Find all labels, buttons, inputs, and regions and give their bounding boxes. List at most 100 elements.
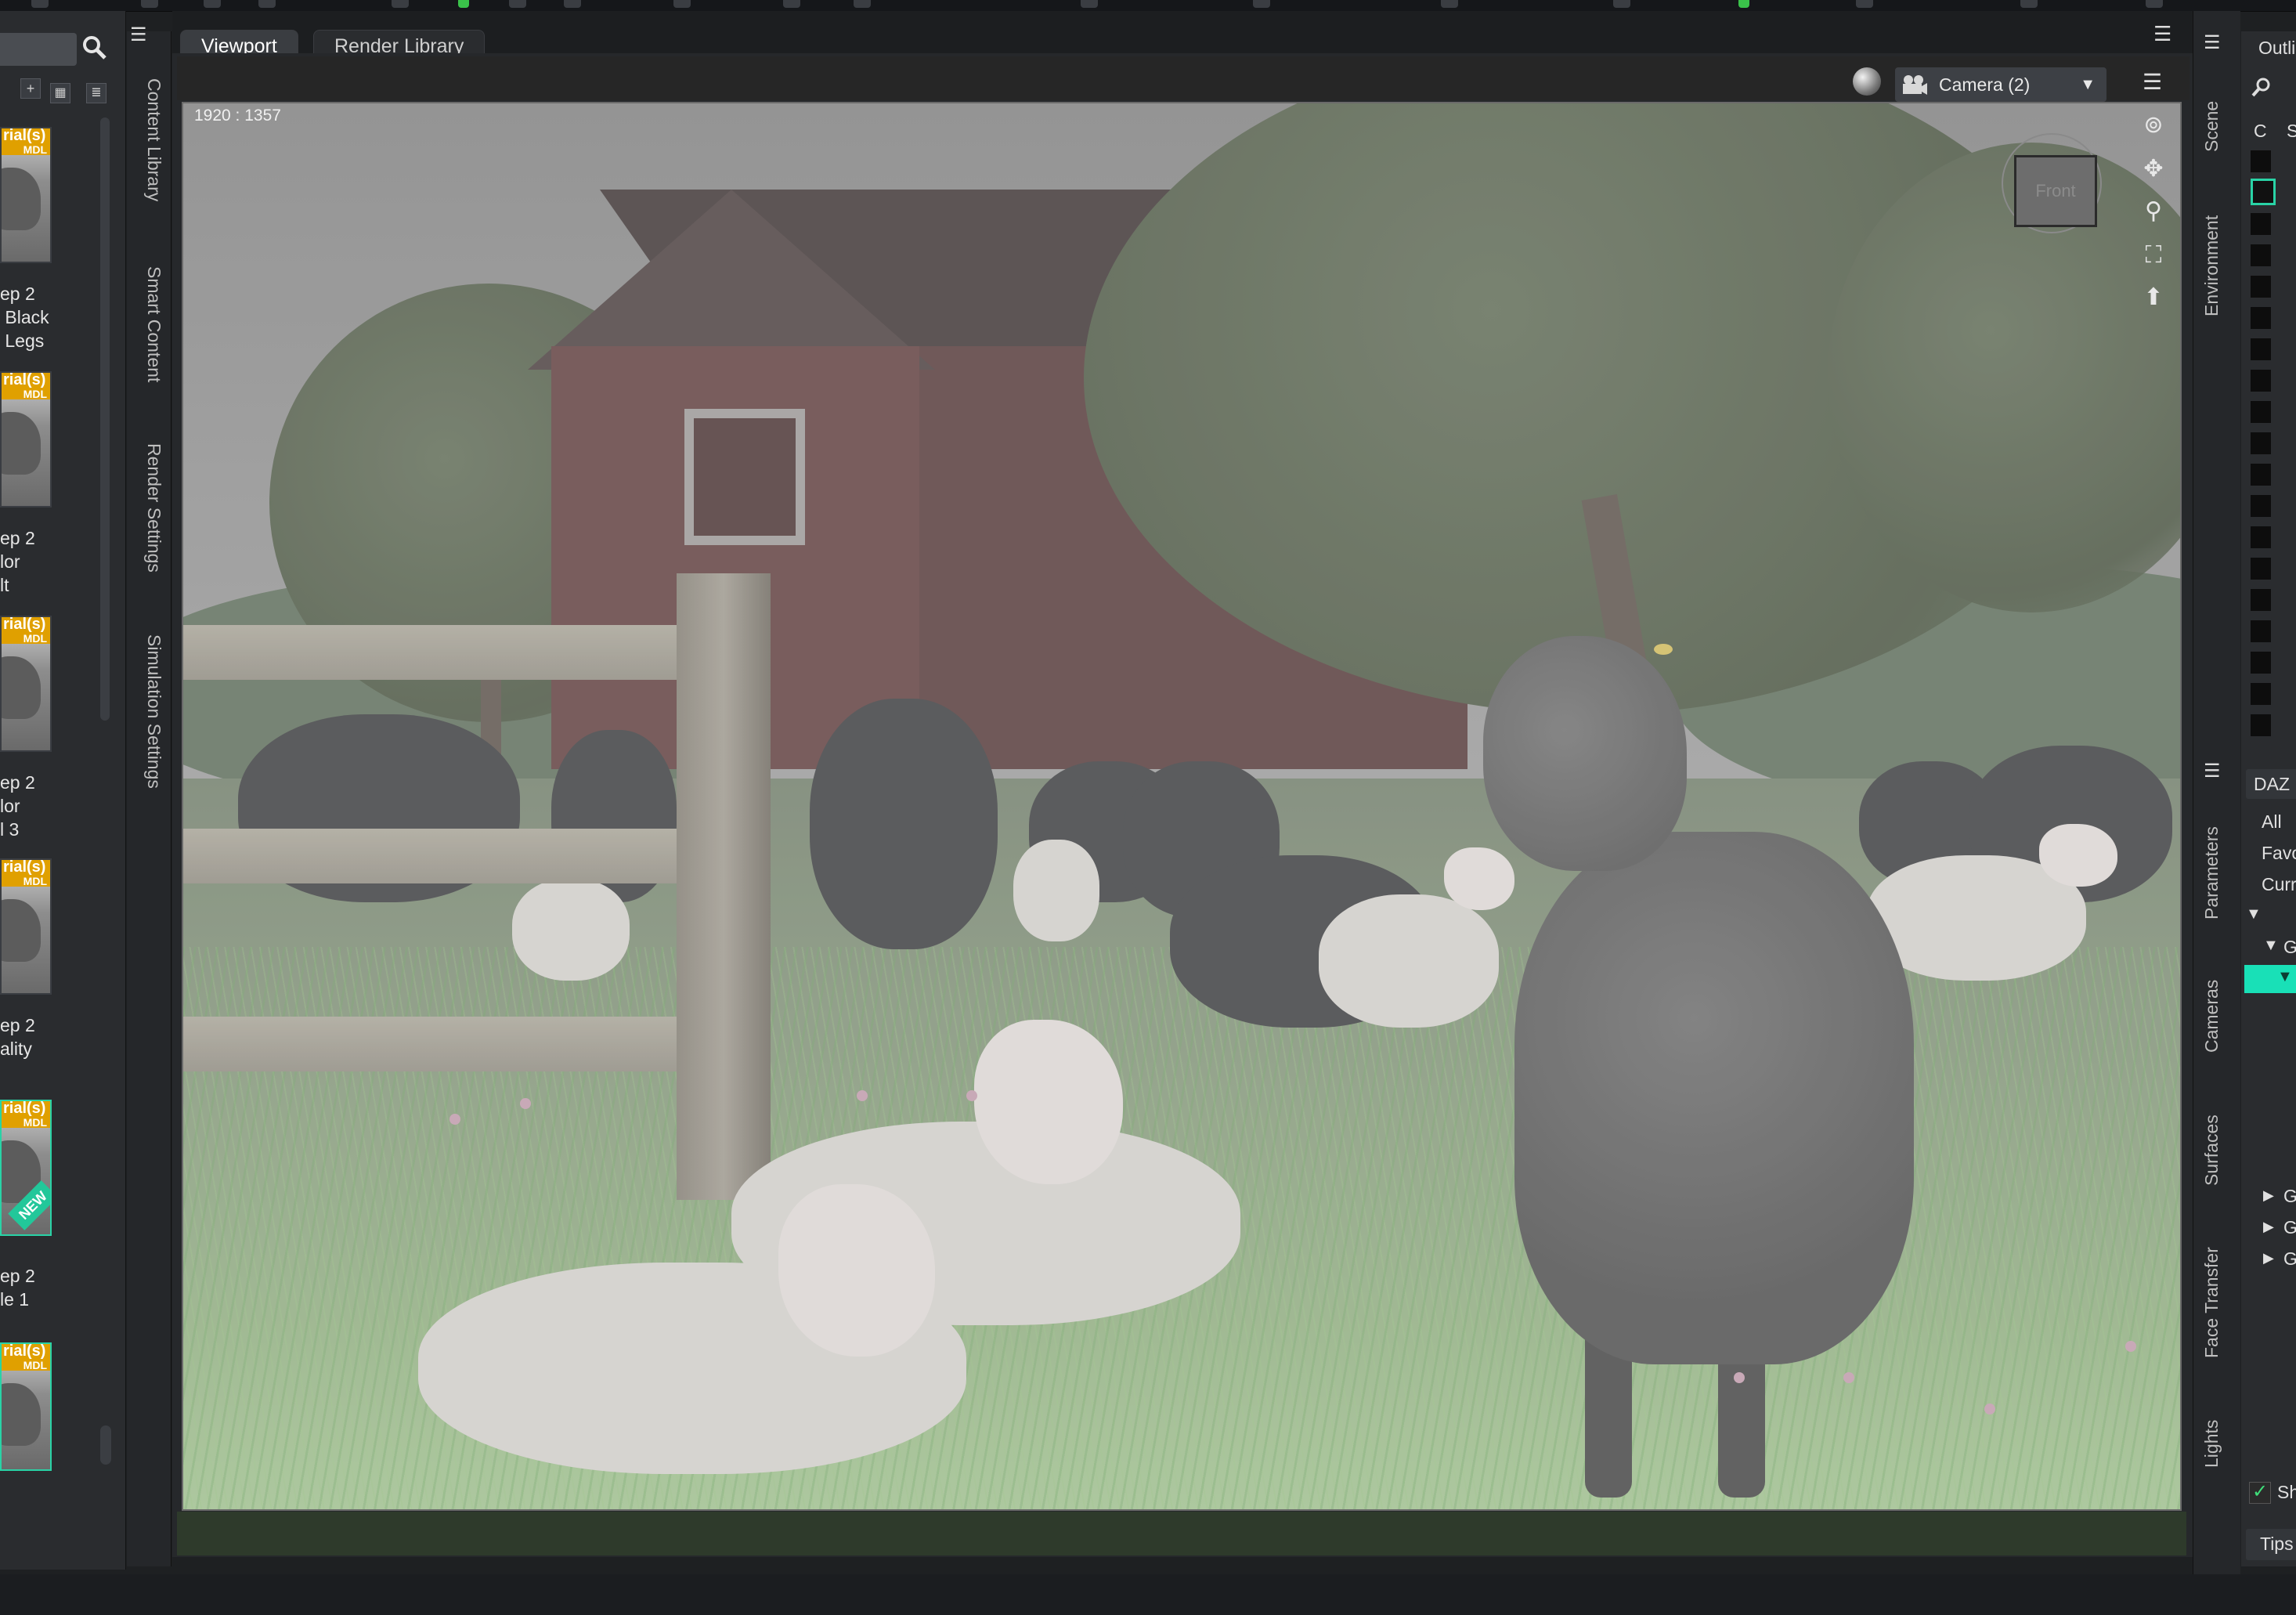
- expand-arrow-icon[interactable]: ▼: [2277, 968, 2293, 986]
- filter-favorites[interactable]: Favo: [2262, 843, 2296, 864]
- library-scroll-handle[interactable]: [100, 1425, 111, 1465]
- content-thumbnail[interactable]: rial(s) MDL: [0, 371, 52, 508]
- panel-menu-icon[interactable]: ☰: [2204, 31, 2227, 53]
- pan-icon[interactable]: ✥: [2138, 154, 2169, 185]
- library-scrollbar[interactable]: [100, 117, 110, 721]
- toolbar-icon[interactable]: [1441, 0, 1458, 8]
- outliner-row[interactable]: [2251, 526, 2271, 548]
- outliner-row[interactable]: [2251, 276, 2271, 298]
- material-badge: rial(s) MDL: [2, 1344, 50, 1371]
- toolbar-icon[interactable]: [204, 0, 221, 8]
- outliner-row[interactable]: [2251, 652, 2271, 674]
- show-checkbox[interactable]: ✓: [2249, 1482, 2271, 1504]
- outliner-row[interactable]: [2251, 558, 2271, 580]
- outliner-row[interactable]: [2251, 683, 2271, 705]
- grid-view-icon[interactable]: ▦: [50, 83, 70, 103]
- outliner-row[interactable]: [2251, 401, 2271, 423]
- expand-arrow-icon[interactable]: ▼: [2263, 937, 2279, 955]
- outliner-row[interactable]: [2251, 589, 2271, 611]
- zoom-icon[interactable]: ⚲: [2138, 196, 2169, 227]
- collapse-arrow-icon[interactable]: ▶: [2263, 1250, 2274, 1266]
- content-thumbnail[interactable]: rial(s) MDL NEW: [0, 1100, 52, 1236]
- outliner-row[interactable]: [2251, 432, 2271, 454]
- toolbar-icon[interactable]: [854, 0, 871, 8]
- nav-cube[interactable]: Front: [2014, 155, 2097, 227]
- toolbar-icon[interactable]: [673, 0, 691, 8]
- toolbar-icon[interactable]: [141, 0, 158, 8]
- toolbar-icon[interactable]: [2146, 0, 2163, 8]
- sheep-thumbnail-image: [2, 412, 41, 475]
- collapse-arrow-icon[interactable]: ▶: [2263, 1219, 2274, 1235]
- tab-simulation-settings[interactable]: Simulation Settings: [143, 634, 164, 789]
- frame-icon[interactable]: ⛶: [2138, 240, 2169, 271]
- content-thumbnail[interactable]: rial(s) MDL: [0, 127, 52, 263]
- content-search-input[interactable]: [0, 33, 77, 66]
- right-side-tab-strip: Scene Environment Parameters Cameras Sur…: [2193, 11, 2240, 1577]
- tab-smart-content[interactable]: Smart Content: [143, 266, 164, 382]
- toolbar-icon[interactable]: [2020, 0, 2038, 8]
- collapse-arrow-icon[interactable]: ▶: [2263, 1187, 2274, 1204]
- chevron-down-icon: ▼: [2080, 76, 2096, 93]
- left-side-tab-strip: Content Library Smart Content Render Set…: [127, 31, 171, 1566]
- outliner-row[interactable]: [2251, 714, 2271, 736]
- content-thumbnail[interactable]: rial(s) MDL: [0, 1342, 52, 1471]
- toolbar-icon[interactable]: [509, 0, 526, 8]
- expand-arrow-icon[interactable]: ▼: [2246, 905, 2262, 923]
- outliner-row-selected[interactable]: [2251, 179, 2276, 205]
- column-header: S: [2287, 121, 2296, 141]
- outliner-row[interactable]: [2251, 338, 2271, 360]
- viewport-menu-icon[interactable]: ☰: [2143, 69, 2171, 94]
- toolbar-icon[interactable]: [783, 0, 800, 8]
- search-icon[interactable]: [2251, 75, 2274, 99]
- toolbar-icon[interactable]: [1081, 0, 1098, 8]
- group-marker: G: [2283, 1186, 2296, 1206]
- toolbar-icon[interactable]: [258, 0, 276, 8]
- tab-render-settings[interactable]: Render Settings: [143, 443, 164, 573]
- toolbar-icon[interactable]: [1613, 0, 1630, 8]
- tab-content-library[interactable]: Content Library: [143, 78, 164, 201]
- content-thumbnail[interactable]: rial(s) MDL: [0, 616, 52, 752]
- material-badge: rial(s) MDL: [2, 617, 50, 645]
- tab-environment[interactable]: Environment: [2201, 215, 2222, 316]
- toolbar-icon[interactable]: [31, 0, 49, 8]
- material-badge: rial(s) MDL: [2, 373, 50, 400]
- list-view-icon[interactable]: ≣: [86, 83, 106, 103]
- toolbar-icon[interactable]: [392, 0, 409, 8]
- draw-style-icon[interactable]: [1853, 67, 1881, 96]
- sheep-thumbnail-image: [2, 1383, 41, 1446]
- content-thumbnail[interactable]: rial(s) MDL: [0, 858, 52, 995]
- panel-menu-icon[interactable]: ☰: [2204, 760, 2227, 782]
- toolbar-green-icon[interactable]: [458, 0, 469, 8]
- outliner-row[interactable]: [2251, 464, 2271, 486]
- outliner-row[interactable]: [2251, 307, 2271, 329]
- tab-cameras[interactable]: Cameras: [2201, 980, 2222, 1053]
- search-icon[interactable]: [78, 31, 110, 63]
- status-bar: [0, 1574, 2296, 1615]
- toolbar-icon[interactable]: [1253, 0, 1270, 8]
- viewport-header: [177, 56, 2190, 100]
- outliner-row[interactable]: [2251, 244, 2271, 266]
- orbit-icon[interactable]: ⊚: [2138, 110, 2169, 141]
- tab-scene[interactable]: Scene: [2201, 101, 2222, 152]
- outliner-row[interactable]: [2251, 213, 2271, 235]
- tab-menu-icon[interactable]: ☰: [2153, 22, 2182, 45]
- filter-all[interactable]: All: [2262, 811, 2282, 833]
- reset-view-icon[interactable]: ⬆: [2138, 282, 2169, 313]
- tab-lights[interactable]: Lights: [2201, 1420, 2222, 1468]
- outliner-row[interactable]: [2251, 150, 2271, 172]
- outliner-row[interactable]: [2251, 370, 2271, 392]
- tab-face-transfer[interactable]: Face Transfer: [2201, 1247, 2222, 1358]
- toolbar-icon[interactable]: [1856, 0, 1873, 8]
- filter-current[interactable]: Curr: [2262, 874, 2296, 895]
- outliner-row[interactable]: [2251, 495, 2271, 517]
- zoom-in-icon[interactable]: +: [20, 78, 41, 99]
- viewport-scene-image[interactable]: [182, 102, 2182, 1511]
- toolbar-green-icon[interactable]: [1738, 0, 1749, 8]
- tab-parameters[interactable]: Parameters: [2201, 826, 2222, 920]
- toolbar-icon[interactable]: [564, 0, 581, 8]
- group-marker: G: [2283, 1248, 2296, 1269]
- tab-surfaces[interactable]: Surfaces: [2201, 1115, 2222, 1186]
- panel-menu-icon[interactable]: ☰: [130, 23, 153, 45]
- outliner-row[interactable]: [2251, 620, 2271, 642]
- group-marker: G: [2283, 937, 2296, 957]
